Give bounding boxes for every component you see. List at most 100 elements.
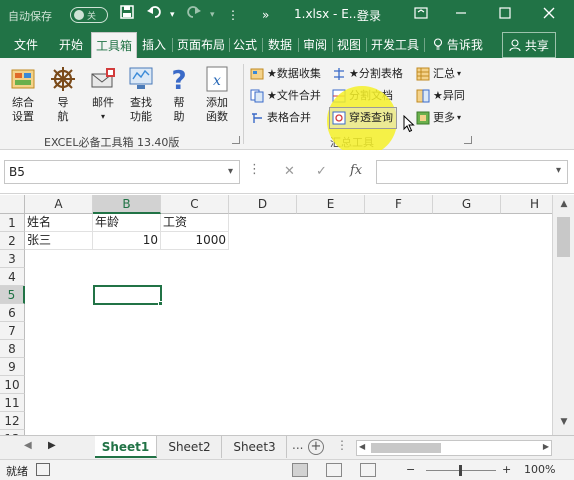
drag-handle-icon[interactable]: ⋮ — [248, 162, 261, 177]
vertical-scrollbar[interactable]: ▲ ▼ — [552, 195, 574, 435]
customize-qat-icon[interactable]: ⋮ — [227, 5, 239, 25]
name-box[interactable]: B5 ▾ — [4, 160, 240, 184]
column-header[interactable]: B — [93, 195, 161, 214]
drag-handle-icon[interactable]: ⋮ — [336, 438, 348, 452]
tab-toolbox[interactable]: 工具箱 — [91, 32, 137, 58]
summary-button[interactable]: 汇总 ▾ — [416, 64, 461, 84]
horizontal-scrollbar[interactable]: ◀ ▶ — [356, 440, 552, 456]
tab-data[interactable]: 数据 — [264, 32, 296, 58]
row-header[interactable]: 9 — [0, 358, 25, 376]
macro-record-icon[interactable] — [36, 463, 50, 476]
zoom-level[interactable]: 100% — [524, 463, 555, 476]
chevron-down-icon[interactable]: ▾ — [228, 161, 233, 183]
row-header[interactable]: 12 — [0, 412, 25, 430]
mail-button[interactable]: 邮件 ▾ — [84, 64, 122, 124]
row-header[interactable]: 1 — [0, 214, 25, 232]
tab-home[interactable]: 开始 — [53, 32, 89, 58]
add-sheet-icon[interactable]: + — [308, 439, 324, 455]
row-header[interactable]: 4 — [0, 268, 25, 286]
tab-developer[interactable]: 开发工具 — [368, 32, 422, 58]
close-button[interactable] — [534, 4, 564, 26]
login-link[interactable]: 登录 — [357, 7, 381, 24]
column-header[interactable]: F — [365, 195, 433, 214]
table-merge-button[interactable]: 表格合并 — [250, 108, 311, 128]
autosave-toggle[interactable]: 关 — [70, 7, 108, 23]
more-icon[interactable]: » — [262, 5, 269, 25]
dialog-launcher-icon[interactable] — [464, 136, 472, 144]
cell-a1[interactable]: 姓名 — [25, 214, 93, 232]
tell-me-search[interactable]: 告诉我 — [428, 32, 488, 58]
row-header[interactable]: 10 — [0, 376, 25, 394]
share-button[interactable]: 共享 — [502, 32, 556, 58]
expand-formula-icon[interactable]: ▾ — [556, 165, 561, 176]
formula-input[interactable]: ▾ — [376, 160, 568, 184]
cell-c2[interactable]: 1000 — [161, 232, 229, 250]
page-break-view-icon[interactable] — [360, 463, 376, 477]
row-header[interactable]: 3 — [0, 250, 25, 268]
tab-review[interactable]: 审阅 — [300, 32, 330, 58]
select-all-corner[interactable] — [0, 195, 25, 214]
row-header[interactable]: 11 — [0, 394, 25, 412]
row-header[interactable]: 7 — [0, 322, 25, 340]
cell-c1[interactable]: 工资 — [161, 214, 229, 232]
minimize-button[interactable] — [446, 4, 476, 26]
column-header[interactable]: C — [161, 195, 229, 214]
undo-icon[interactable] — [147, 5, 163, 25]
scroll-left-icon[interactable]: ◀ — [359, 442, 365, 451]
maximize-button[interactable] — [490, 4, 520, 26]
cell-b2[interactable]: 10 — [93, 232, 161, 250]
scrollbar-thumb[interactable] — [557, 217, 570, 257]
fill-handle[interactable] — [158, 301, 163, 306]
row-header[interactable]: 8 — [0, 340, 25, 358]
column-header[interactable]: D — [229, 195, 297, 214]
zoom-out-icon[interactable]: − — [406, 463, 415, 476]
sheet-tab-sheet2[interactable]: Sheet2 — [158, 436, 222, 458]
navigation-button[interactable]: 导 航 — [44, 64, 82, 124]
cancel-icon[interactable]: ✕ — [284, 164, 295, 179]
redo-dropdown-icon[interactable]: ▾ — [210, 5, 215, 25]
active-cell-b5[interactable] — [93, 285, 162, 305]
data-collect-button[interactable]: ★数据收集 — [250, 64, 321, 84]
compare-button[interactable]: ★异同 — [416, 86, 465, 106]
penetration-query-button[interactable]: 穿透查询 — [332, 108, 393, 128]
column-header[interactable]: A — [25, 195, 93, 214]
file-merge-button[interactable]: ★文件合并 — [250, 86, 321, 106]
general-settings-button[interactable]: 综合 设置 — [4, 64, 42, 124]
zoom-slider-knob[interactable] — [459, 465, 462, 476]
zoom-in-icon[interactable]: + — [502, 463, 511, 476]
sheet-next-icon[interactable]: ▶ — [48, 440, 56, 451]
column-header[interactable]: H — [501, 195, 552, 214]
column-header[interactable]: G — [433, 195, 501, 214]
row-header[interactable]: 6 — [0, 304, 25, 322]
enter-icon[interactable]: ✓ — [316, 164, 327, 179]
dialog-launcher-icon[interactable] — [232, 136, 240, 144]
more-sheets[interactable]: ... — [292, 438, 303, 452]
scrollbar-thumb[interactable] — [371, 443, 441, 453]
column-header[interactable]: E — [297, 195, 365, 214]
sheet-tab-sheet1[interactable]: Sheet1 — [95, 436, 157, 458]
row-header[interactable]: 5 — [0, 286, 25, 304]
tab-page-layout[interactable]: 页面布局 — [174, 32, 228, 58]
scroll-up-icon[interactable]: ▲ — [557, 199, 571, 213]
tab-file[interactable]: 文件 — [6, 32, 46, 58]
tab-view[interactable]: 视图 — [334, 32, 364, 58]
scroll-right-icon[interactable]: ▶ — [543, 442, 549, 451]
more-button[interactable]: 更多 ▾ — [416, 108, 461, 128]
zoom-slider[interactable] — [426, 465, 496, 476]
tab-formulas[interactable]: 公式 — [230, 32, 260, 58]
save-icon[interactable] — [120, 5, 134, 25]
add-function-button[interactable]: x 添加 函数 — [198, 64, 236, 124]
insert-function-icon[interactable]: fx — [350, 163, 362, 178]
cell-a2[interactable]: 张三 — [25, 232, 93, 250]
scroll-down-icon[interactable]: ▼ — [557, 417, 571, 431]
worksheet-grid[interactable]: A B C D E F G H 1 2 3 4 5 6 7 8 9 10 11 … — [0, 195, 552, 435]
page-layout-view-icon[interactable] — [326, 463, 342, 477]
find-function-button[interactable]: 查找 功能 — [122, 64, 160, 124]
help-button[interactable]: ? 帮 助 — [160, 64, 198, 124]
undo-dropdown-icon[interactable]: ▾ — [170, 5, 175, 25]
ribbon-display-button[interactable] — [406, 4, 436, 26]
sheet-prev-icon[interactable]: ◀ — [24, 440, 32, 451]
tab-insert[interactable]: 插入 — [138, 32, 170, 58]
split-table-button[interactable]: ★分割表格 — [332, 64, 403, 84]
cell-b1[interactable]: 年龄 — [93, 214, 161, 232]
